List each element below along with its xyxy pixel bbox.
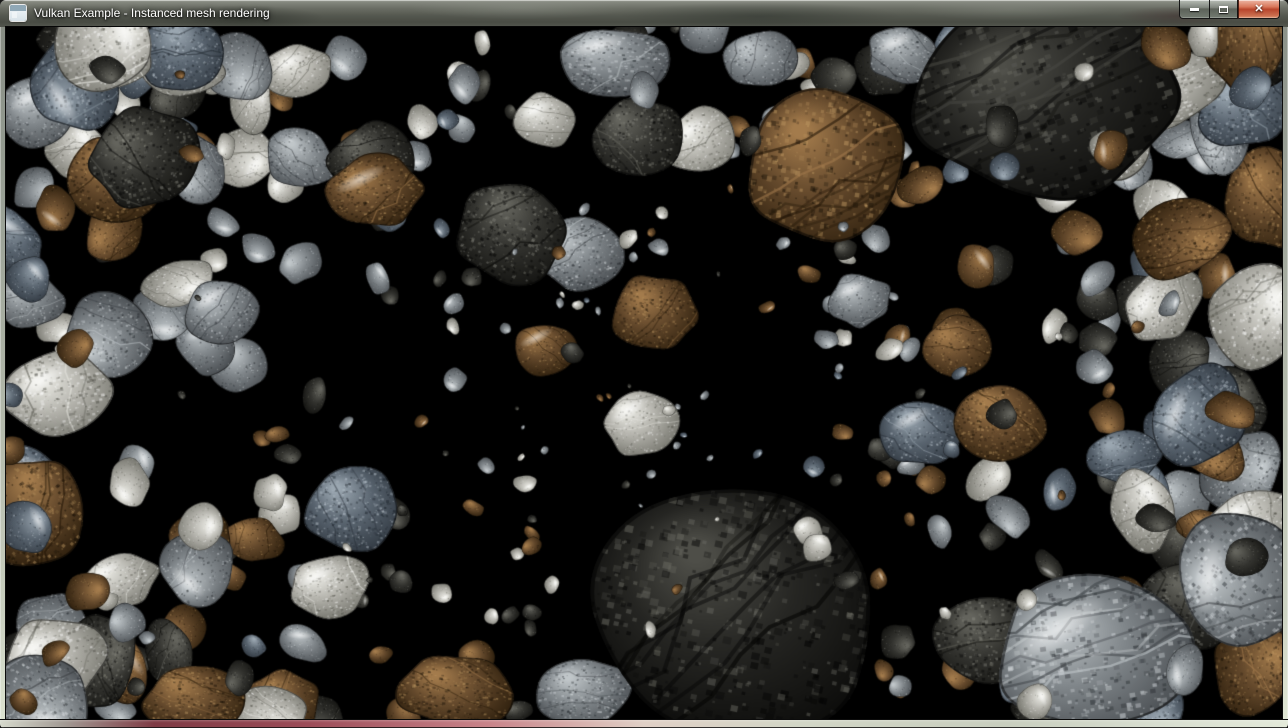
application-icon <box>10 5 26 21</box>
desktop: { "window": { "title": "Vulkan Example -… <box>0 0 1288 728</box>
window-title: Vulkan Example - Instanced mesh renderin… <box>34 0 270 27</box>
window-border-right[interactable] <box>1282 27 1288 719</box>
application-icon-glyph <box>12 12 17 18</box>
maximize-icon <box>1219 6 1228 13</box>
close-button[interactable]: ✕ <box>1238 0 1280 19</box>
window-border-bottom[interactable] <box>0 719 1288 728</box>
window-controls: ✕ <box>1179 0 1280 19</box>
close-icon: ✕ <box>1254 4 1263 15</box>
title-bar[interactable]: Vulkan Example - Instanced mesh renderin… <box>0 0 1288 28</box>
render-viewport[interactable] <box>6 27 1282 719</box>
minimize-button[interactable] <box>1179 0 1209 19</box>
maximize-button[interactable] <box>1209 0 1238 19</box>
minimize-icon <box>1190 8 1199 11</box>
app-window: Vulkan Example - Instanced mesh renderin… <box>0 0 1288 728</box>
window-border-left[interactable] <box>0 27 6 719</box>
